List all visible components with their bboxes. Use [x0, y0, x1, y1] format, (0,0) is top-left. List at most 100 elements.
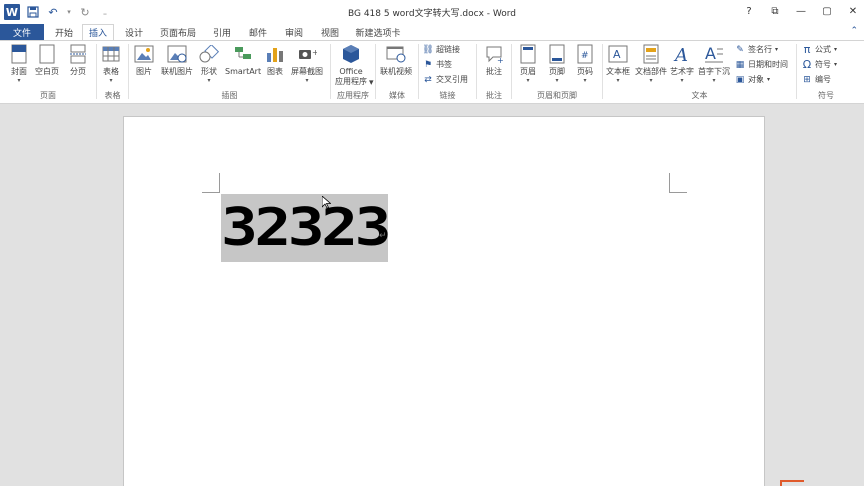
quick-parts-button[interactable]: 文档部件 ▾ [635, 43, 667, 84]
customize-icon[interactable]: ₌ [98, 5, 112, 19]
document-area: 32323 ↵ [0, 105, 864, 486]
group-label-apps: 应用程序 [337, 91, 369, 100]
tab-references[interactable]: 引用 [208, 24, 236, 40]
group-symbols: π 公式 ▾ Ω 符号 ▾ ⊞ 编号 符号 [797, 41, 855, 103]
drop-cap-icon: A [704, 43, 724, 65]
chart-icon [265, 43, 285, 65]
ribbon-tabs: 文件 开始 插入 设计 页面布局 引用 邮件 审阅 视图 新建选项卡 ⌃ [0, 24, 864, 40]
cover-page-button[interactable]: 封面 ▾ [9, 43, 29, 84]
equation-button[interactable]: π 公式 ▾ [802, 43, 837, 56]
group-label-illustrations: 插图 [221, 91, 238, 100]
tab-review[interactable]: 审阅 [280, 24, 308, 40]
chevron-down-icon: ▾ [680, 77, 684, 84]
chevron-down-icon: ▾ [109, 77, 113, 84]
link-icon: ⛓ [422, 44, 434, 55]
document-page[interactable]: 32323 ↵ [123, 116, 765, 486]
picture-button[interactable]: 图片 [134, 43, 154, 77]
comment-icon: + [484, 43, 504, 65]
tab-view[interactable]: 视图 [316, 24, 344, 40]
omega-icon: Ω [802, 58, 812, 71]
comment-button[interactable]: + 批注 [484, 43, 504, 77]
ribbon-collapse-icon[interactable]: ⌃ [850, 26, 858, 36]
undo-dropdown-icon[interactable]: ▾ [66, 5, 72, 19]
number-button[interactable]: ⊞ 编号 [802, 74, 831, 85]
hyperlink-button[interactable]: ⛓ 超链接 [422, 44, 460, 55]
close-button[interactable]: ✕ [846, 4, 860, 18]
group-tables: 表格 ▾ 表格 [97, 41, 128, 103]
chevron-down-icon: ▾ [712, 77, 716, 84]
office-store-icon [341, 43, 361, 65]
ribbon-display-button[interactable]: ⧉ [768, 4, 782, 18]
maximize-button[interactable]: ▢ [820, 4, 834, 18]
object-button[interactable]: ▣ 对象 ▾ [735, 74, 770, 85]
signature-line-button[interactable]: ✎ 签名行 ▾ [735, 44, 778, 55]
group-comments: + 批注 批注 [477, 41, 511, 103]
window-title: BG 418 5 word文字转大写.docx - Word [347, 9, 517, 19]
chevron-down-icon: ▾ [775, 46, 779, 53]
drop-cap-button[interactable]: A 首字下沉 ▾ [698, 43, 730, 84]
number-icon: ⊞ [803, 74, 811, 85]
chevron-down-icon: ▾ [583, 77, 587, 84]
page-number-button[interactable]: # 页码 ▾ [575, 43, 595, 84]
online-video-icon [386, 43, 406, 65]
chevron-down-icon: ▾ [526, 77, 530, 84]
document-text[interactable]: 32323 [206, 195, 403, 261]
chevron-down-icon: ▾ [616, 77, 620, 84]
wordart-icon: A [672, 43, 692, 65]
symbol-button[interactable]: Ω 符号 ▾ [802, 58, 837, 71]
shapes-icon [199, 43, 219, 65]
group-text: A 文本框 ▾ 文档部件 ▾ A 艺术字 ▾ A 首字下沉 ▾ ✎ 签名行 ▾ … [603, 41, 796, 103]
group-pages: 封面 ▾ 空白页 分页 页面 [0, 41, 96, 103]
crop-mark-top-right [669, 173, 687, 193]
svg-text:A: A [705, 44, 716, 63]
minimize-button[interactable]: — [794, 4, 808, 18]
tab-new[interactable]: 新建选项卡 [352, 24, 404, 40]
tab-home[interactable]: 开始 [50, 24, 78, 40]
tab-insert[interactable]: 插入 [82, 24, 114, 40]
group-apps: Office 应用程序 ▾ 应用程序 [331, 41, 375, 103]
ribbon: 封面 ▾ 空白页 分页 页面 表格 ▾ 表格 图片 联机图片 形状 ▾ Smar… [0, 40, 864, 104]
cross-reference-button[interactable]: ⇄ 交叉引用 [423, 74, 468, 85]
text-box-icon: A [608, 43, 628, 65]
footer-button[interactable]: 页脚 ▾ [547, 43, 567, 84]
group-label-links: 链接 [439, 91, 456, 100]
chevron-down-icon: ▾ [305, 77, 309, 84]
undo-icon[interactable]: ↶ [46, 5, 60, 19]
header-icon [518, 43, 538, 65]
svg-text:+: + [497, 56, 503, 63]
tab-mailings[interactable]: 邮件 [244, 24, 272, 40]
table-button[interactable]: 表格 ▾ [101, 43, 121, 84]
tab-design[interactable]: 设计 [120, 24, 148, 40]
help-button[interactable]: ? [742, 4, 756, 18]
page-number-icon: # [575, 43, 595, 65]
table-icon [101, 43, 121, 65]
office-apps-button[interactable]: Office 应用程序 [335, 43, 367, 87]
bookmark-button[interactable]: ⚑ 书签 [423, 59, 452, 70]
date-time-button[interactable]: ▦ 日期和时间 [735, 59, 788, 70]
header-button[interactable]: 页眉 ▾ [518, 43, 538, 84]
redo-icon[interactable]: ↻ [78, 5, 92, 19]
shapes-button[interactable]: 形状 ▾ [199, 43, 219, 84]
chart-button[interactable]: 图表 [265, 43, 285, 77]
blank-page-button[interactable]: 空白页 [35, 43, 59, 77]
save-icon[interactable] [26, 5, 40, 19]
smartart-button[interactable]: SmartArt [225, 43, 261, 77]
cover-page-icon [9, 43, 29, 65]
online-picture-button[interactable]: 联机图片 [161, 43, 193, 77]
tab-file[interactable]: 文件 [0, 24, 44, 40]
tab-layout[interactable]: 页面布局 [156, 24, 200, 40]
group-media: 联机视频 媒体 [376, 41, 418, 103]
page-break-icon [68, 43, 88, 65]
text-box-button[interactable]: A 文本框 ▾ [606, 43, 630, 84]
chevron-down-icon: ▾ [767, 76, 771, 83]
screenshot-button[interactable]: + 屏幕截图 ▾ [291, 43, 323, 84]
cross-reference-icon: ⇄ [424, 74, 432, 85]
wordart-button[interactable]: A 艺术字 ▾ [670, 43, 694, 84]
pi-icon: π [803, 43, 811, 56]
page-break-button[interactable]: 分页 [68, 43, 88, 77]
chevron-down-icon: ▾ [369, 78, 374, 88]
online-video-button[interactable]: 联机视频 [380, 43, 412, 77]
group-illustrations: 图片 联机图片 形状 ▾ SmartArt 图表 + 屏幕截图 ▾ 插图 [129, 41, 330, 103]
signature-icon: ✎ [736, 44, 744, 55]
group-label-header-footer: 页眉和页脚 [537, 91, 577, 100]
